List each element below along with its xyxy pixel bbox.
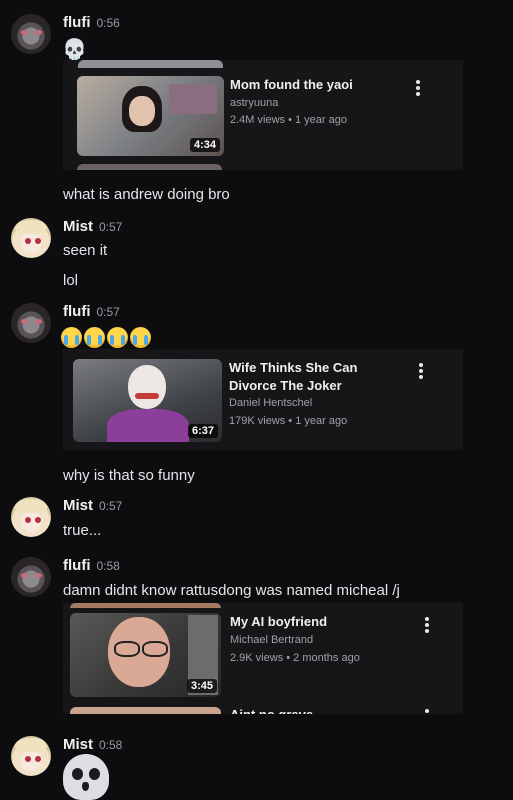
previous-thumbnail-edge <box>78 60 223 68</box>
video-thumbnail[interactable]: 3:45 <box>70 613 221 697</box>
loudly-crying-emoji <box>130 327 151 348</box>
username-text: flufi <box>63 14 91 31</box>
message-text: true... <box>63 522 102 539</box>
video-title[interactable]: Wife Thinks She Can Divorce The Joker <box>229 359 404 395</box>
loudly-crying-emoji <box>107 327 128 348</box>
message-text: lol <box>63 272 79 289</box>
video-title[interactable]: Aint no grave <box>230 706 410 714</box>
loudly-crying-emoji <box>84 327 105 348</box>
video-thumbnail[interactable]: 4:34 <box>77 76 224 156</box>
video-duration: 3:45 <box>186 679 217 693</box>
video-duration: 6:37 <box>187 424 218 438</box>
avatar[interactable] <box>11 497 51 537</box>
video-meta: 2.9K views • 2 months ago <box>230 652 360 664</box>
username[interactable]: flufi 0:58 <box>63 557 120 574</box>
username[interactable]: Mist 0:58 <box>63 736 122 753</box>
skull-emoji <box>63 754 109 800</box>
username[interactable]: flufi 0:57 <box>63 303 120 320</box>
timestamp: 0:56 <box>96 16 120 30</box>
video-duration: 4:34 <box>189 138 220 152</box>
video-meta: 2.4M views • 1 year ago <box>230 114 347 126</box>
message-text: why is that so funny <box>63 467 195 484</box>
video-thumbnail[interactable]: 6:37 <box>73 359 222 442</box>
username-text: Mist <box>63 736 93 753</box>
username-text: flufi <box>63 557 91 574</box>
username-text: Mist <box>63 218 93 235</box>
more-options-icon[interactable] <box>425 617 429 633</box>
video-channel[interactable]: astryuuna <box>230 97 278 109</box>
video-embed[interactable]: 4:34 Mom found the yaoi astryuuna 2.4M v… <box>63 60 463 170</box>
username[interactable]: flufi 0:56 <box>63 14 120 31</box>
timestamp: 0:57 <box>99 499 123 513</box>
username-text: flufi <box>63 303 91 320</box>
timestamp: 0:57 <box>99 220 123 234</box>
timestamp: 0:57 <box>96 305 120 319</box>
username-text: Mist <box>63 497 93 514</box>
video-meta: 179K views • 1 year ago <box>229 415 348 427</box>
video-channel[interactable]: Daniel Hentschel <box>229 397 312 409</box>
message-text: damn didnt know rattusdong was named mic… <box>63 582 400 599</box>
next-thumbnail-edge <box>77 164 222 170</box>
video-embed[interactable]: 6:37 Wife Thinks She Can Divorce The Jok… <box>63 349 463 450</box>
reaction-emoji-row <box>61 327 151 348</box>
timestamp: 0:58 <box>99 738 123 752</box>
video-channel[interactable]: Michael Bertrand <box>230 634 313 646</box>
more-options-icon[interactable] <box>416 80 420 96</box>
avatar[interactable] <box>11 303 51 343</box>
skull-emoji: 💀 <box>62 39 87 61</box>
video-title[interactable]: My AI boyfriend <box>230 613 410 631</box>
loudly-crying-emoji <box>61 327 82 348</box>
next-thumbnail-edge <box>70 707 221 714</box>
timestamp: 0:58 <box>96 559 120 573</box>
avatar[interactable] <box>11 218 51 258</box>
avatar[interactable] <box>11 736 51 776</box>
more-options-icon[interactable] <box>419 363 423 379</box>
video-embed[interactable]: 3:45 My AI boyfriend Michael Bertrand 2.… <box>63 603 463 714</box>
message-text: seen it <box>63 242 108 259</box>
video-title[interactable]: Mom found the yaoi <box>230 76 410 94</box>
username[interactable]: Mist 0:57 <box>63 218 122 235</box>
avatar[interactable] <box>11 557 51 597</box>
message-text: what is andrew doing bro <box>63 186 230 203</box>
more-options-icon[interactable] <box>425 709 429 714</box>
avatar[interactable] <box>11 14 51 54</box>
username[interactable]: Mist 0:57 <box>63 497 122 514</box>
previous-thumbnail-edge <box>70 603 221 608</box>
